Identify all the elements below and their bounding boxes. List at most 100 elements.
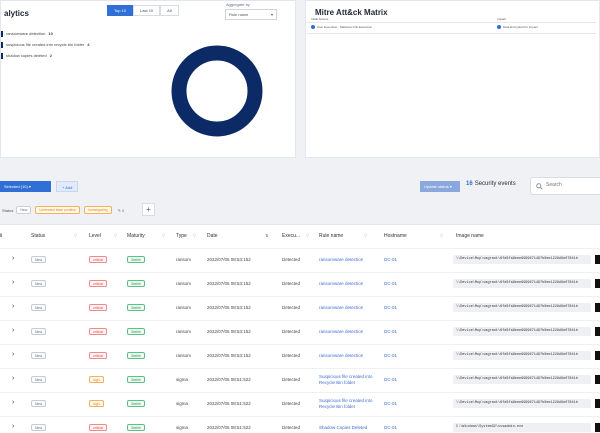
donut-ring [171,45,263,137]
row-action-handle[interactable] [595,327,600,336]
edit-filters-button[interactable]: ✎ 0 [118,208,125,213]
tab-all[interactable]: All [160,5,179,16]
tab-last-10[interactable]: Last 10 [133,5,161,16]
image-name-cell: C:\Windows\System32\vssadmin.exe [453,423,591,432]
column-header-level[interactable]: Level [89,224,101,248]
row-divider [0,392,600,393]
row-divider [0,296,600,297]
rule-name-link[interactable]: ransomware detection [319,353,375,359]
expand-row-chevron-icon[interactable]: › [12,279,14,286]
filter-icon[interactable]: ▽ [440,233,443,238]
select-all-column[interactable]: ⅱ [0,224,2,248]
technique-label: User Execution · Malicious File Executio… [317,25,373,29]
expand-row-chevron-icon[interactable]: › [12,399,14,406]
legend-item[interactable]: ransomware detection 10 [1,28,90,39]
divider [306,33,596,34]
expand-row-chevron-icon[interactable]: › [12,327,14,334]
filter-chip-new[interactable]: New [16,206,32,214]
row-action-handle[interactable] [595,399,600,408]
level-badge: critical [89,424,107,431]
search-input[interactable] [546,182,596,188]
legend-count: 10 [48,31,53,36]
add-button[interactable]: + Add [56,181,79,192]
expand-row-chevron-icon[interactable]: › [12,351,14,358]
mitre-column-header: Initial Access [311,17,329,21]
hostname-link[interactable]: DC-01 [384,377,397,382]
rule-name-link[interactable]: Suspicious file created into Recycle Bin… [319,398,375,410]
hostname-link[interactable]: DC-01 [384,401,397,406]
expand-row-chevron-icon[interactable]: › [12,423,14,430]
tab-top-10[interactable]: Top 10 [107,5,134,16]
aggregate-value: Rule name [229,12,249,17]
hostname-link[interactable]: DC-01 [384,425,397,430]
hostname-link[interactable]: DC-01 [384,329,397,334]
mitre-column-header: Impact [497,17,507,21]
filter-chip-investigating[interactable]: Investigating [83,206,112,214]
donut-chart[interactable] [171,45,263,137]
technique-icon [497,25,501,29]
expand-row-chevron-icon[interactable]: › [12,375,14,382]
level-badge: critical [89,352,107,359]
rule-name-link[interactable]: ransomware detection [319,257,375,263]
divider [306,22,596,23]
legend-item[interactable]: shadow copies deleted 2 [1,50,90,61]
column-header-type[interactable]: Type [176,224,187,248]
column-header-maturity[interactable]: Maturity [127,224,145,248]
filter-chip-false-positive[interactable]: Untreated false positive [35,206,80,214]
top-n-toggle: Top 10 Last 10 All [107,5,179,16]
update-status-button[interactable]: Update status ▾ [420,181,460,192]
hostname-link[interactable]: DC-01 [384,257,397,262]
filter-bar: Status New Untreated false positive Inve… [0,204,124,216]
aggregate-select[interactable]: Rule name ▾ [225,9,277,20]
rule-name-link[interactable]: ransomware detection [319,329,375,335]
add-filter-button[interactable]: + [142,203,155,216]
rule-name-link[interactable]: ransomware detection [319,281,375,287]
column-header-date[interactable]: Date [207,224,218,248]
row-action-handle[interactable] [595,255,600,264]
execution-cell: Detected [282,329,301,334]
row-action-handle[interactable] [595,351,600,360]
rule-name-link[interactable]: Suspicious file created into Recycle Bin… [319,374,375,386]
row-action-handle[interactable] [595,423,600,432]
image-name-cell: \\Device\Mup\vagrant\6fd6fa9eee999967149… [453,279,591,288]
sort-icon[interactable]: ⇅ [265,233,268,238]
row-action-handle[interactable] [595,279,600,288]
date-cell: 2022/07/05 08:51:522 [207,401,251,406]
events-count: 16 Security events [466,181,516,187]
filter-icon[interactable]: ▽ [114,233,117,238]
status-badge: New [31,352,47,359]
filter-icon[interactable]: ▽ [306,233,309,238]
type-cell: sigma [176,401,189,406]
mitre-technique[interactable]: Data Encrypted for Impact [497,25,538,29]
mitre-technique[interactable]: User Execution · Malicious File Executio… [311,25,372,29]
row-action-handle[interactable] [595,303,600,312]
expand-row-chevron-icon[interactable]: › [12,255,14,262]
rule-name-link[interactable]: ransomware detection [319,305,375,311]
legend-item[interactable]: suspicious file created into recycle bin… [1,39,90,50]
filter-icon[interactable]: ▽ [364,233,367,238]
image-name-cell: \\Device\Mup\vagrant\6fd6fa9eee999967149… [453,351,591,360]
column-header-hostname[interactable]: Hostname [384,224,407,248]
expand-row-chevron-icon[interactable]: › [12,303,14,310]
mitre-matrix-card: Mitre Att&ck Matrix [305,0,600,158]
column-header-rule-name[interactable]: Rule name [319,224,343,248]
rule-name-link[interactable]: Shadow Copies Deleted [319,425,375,431]
filter-icon[interactable]: ▽ [162,233,165,238]
hostname-link[interactable]: DC-01 [384,353,397,358]
filter-icon[interactable]: ▽ [193,233,196,238]
legend-count: 2 [49,53,52,58]
row-divider [0,272,600,273]
hostname-link[interactable]: DC-01 [384,281,397,286]
column-header-execution[interactable]: Execu... [282,224,300,248]
search-icon [536,183,543,190]
maturity-badge: Stable [127,376,145,383]
status-badge: New [31,400,47,407]
row-action-handle[interactable] [595,375,600,384]
filter-icon[interactable]: ▽ [74,233,77,238]
column-header-image-name[interactable]: Image name [456,224,484,248]
level-badge: high [89,400,104,407]
selected-dropdown-button[interactable]: Selected (10) ▾ [0,181,51,192]
column-header-status[interactable]: Status [31,224,45,248]
search-box[interactable] [530,177,600,195]
hostname-link[interactable]: DC-01 [384,305,397,310]
